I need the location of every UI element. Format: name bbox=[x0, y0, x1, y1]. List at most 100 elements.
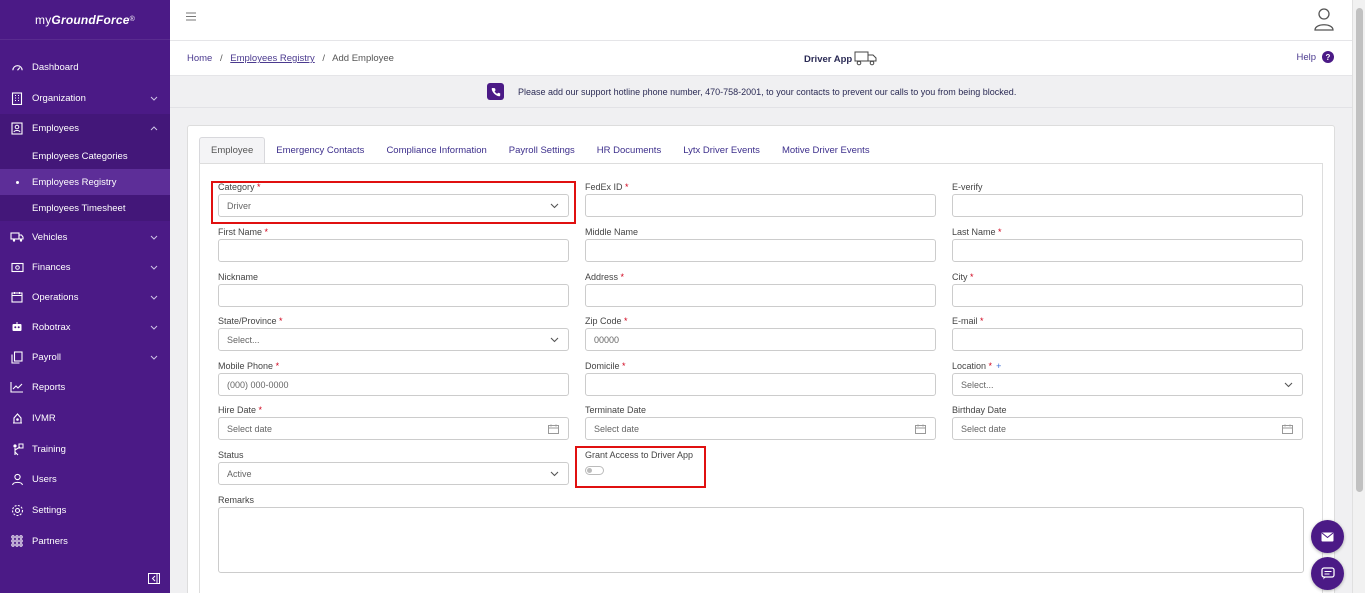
truck-icon bbox=[10, 230, 24, 244]
domicile-input[interactable] bbox=[585, 373, 936, 396]
state-select[interactable]: Select... bbox=[218, 328, 569, 351]
first-name-field: First Name * bbox=[218, 227, 569, 262]
sidebar-item-training[interactable]: Training bbox=[0, 435, 170, 463]
tab-emergency-contacts[interactable]: Emergency Contacts bbox=[265, 137, 375, 163]
terminate-date-picker[interactable]: Select date bbox=[585, 417, 936, 440]
birthday-date-picker[interactable]: Select date bbox=[952, 417, 1303, 440]
zip-code-input[interactable]: 00000 bbox=[585, 328, 936, 351]
email-input[interactable] bbox=[952, 328, 1303, 351]
tab-compliance-information[interactable]: Compliance Information bbox=[375, 137, 497, 163]
sidebar-item-employees[interactable]: Employees bbox=[0, 114, 170, 142]
required-mark: * bbox=[998, 227, 1002, 237]
status-field: Status Active bbox=[218, 450, 569, 485]
breadcrumb-separator: / bbox=[219, 53, 223, 64]
sidebar-item-label: Robotrax bbox=[32, 321, 71, 333]
mobile-phone-input[interactable]: (000) 000-0000 bbox=[218, 373, 569, 396]
tab-hr-documents[interactable]: HR Documents bbox=[586, 137, 672, 163]
message-fab-button[interactable] bbox=[1311, 520, 1344, 553]
first-name-input[interactable] bbox=[218, 239, 569, 262]
sidebar-item-settings[interactable]: Settings bbox=[0, 496, 170, 524]
collapse-sidebar-icon[interactable] bbox=[148, 573, 160, 587]
required-mark: * bbox=[970, 272, 974, 282]
sidebar-item-payroll[interactable]: Payroll bbox=[0, 343, 170, 371]
middle-name-field: Middle Name bbox=[585, 227, 936, 262]
chat-fab-button[interactable] bbox=[1311, 557, 1344, 590]
sidebar-item-label: Vehicles bbox=[32, 231, 68, 243]
address-input[interactable] bbox=[585, 284, 936, 307]
terminate-date-placeholder: Select date bbox=[594, 423, 640, 434]
fedex-id-input[interactable] bbox=[585, 194, 936, 217]
hire-date-picker[interactable]: Select date bbox=[218, 417, 569, 440]
hire-date-field: Hire Date * Select date bbox=[218, 405, 569, 440]
sidebar-item-ivmr[interactable]: IVMR bbox=[0, 404, 170, 432]
sidebar-item-organization[interactable]: Organization bbox=[0, 84, 170, 112]
driver-app-label: Driver App bbox=[804, 54, 853, 65]
location-placeholder: Select... bbox=[961, 379, 994, 390]
category-label: Category bbox=[218, 182, 255, 192]
sidebar-item-reports[interactable]: Reports bbox=[0, 373, 170, 401]
location-select[interactable]: Select... bbox=[952, 373, 1303, 396]
breadcrumb: Home / Employees Registry / Add Employee bbox=[187, 53, 394, 64]
chevron-down-icon bbox=[150, 292, 158, 303]
state-placeholder: Select... bbox=[227, 334, 260, 345]
category-select[interactable]: Driver bbox=[218, 194, 569, 217]
required-mark: * bbox=[988, 361, 993, 371]
add-location-button[interactable]: + bbox=[996, 361, 1001, 371]
sidebar-item-users[interactable]: Users bbox=[0, 465, 170, 493]
scrollbar-thumb[interactable] bbox=[1356, 8, 1363, 492]
id-card-icon bbox=[10, 121, 24, 135]
chevron-down-icon bbox=[150, 93, 158, 104]
required-mark: * bbox=[264, 227, 269, 237]
sidebar-item-vehicles[interactable]: Vehicles bbox=[0, 223, 170, 251]
city-input[interactable] bbox=[952, 284, 1303, 307]
breadcrumb-home[interactable]: Home bbox=[187, 53, 212, 64]
toggle-knob bbox=[587, 468, 592, 473]
help-link[interactable]: Help ? bbox=[1296, 51, 1334, 63]
sidebar-item-label: Training bbox=[32, 443, 66, 455]
brand-mark: ® bbox=[129, 16, 135, 23]
chevron-down-icon bbox=[150, 262, 158, 273]
hire-date-label: Hire Date bbox=[218, 405, 257, 415]
gear-icon bbox=[10, 503, 24, 517]
tab-motive-driver-events[interactable]: Motive Driver Events bbox=[771, 137, 881, 163]
tab-lytx-driver-events[interactable]: Lytx Driver Events bbox=[672, 137, 771, 163]
remarks-textarea[interactable] bbox=[218, 507, 1304, 573]
tab-payroll-settings[interactable]: Payroll Settings bbox=[498, 137, 586, 163]
e-verify-input[interactable] bbox=[952, 194, 1303, 217]
sidebar-item-finances[interactable]: Finances bbox=[0, 253, 170, 281]
sidebar-item-partners[interactable]: Partners bbox=[0, 527, 170, 555]
calendar-icon bbox=[10, 290, 24, 304]
sidebar-subitem-employees-categories[interactable]: Employees Categories bbox=[0, 143, 170, 169]
nickname-input[interactable] bbox=[218, 284, 569, 307]
sidebar-item-dashboard[interactable]: Dashboard bbox=[0, 53, 170, 81]
chevron-down-icon bbox=[150, 322, 158, 333]
location-field: Location * + Select... bbox=[952, 361, 1303, 396]
sidebar: my GroundForce ® Dashboard Organization Em… bbox=[0, 0, 170, 593]
grant-access-toggle[interactable] bbox=[585, 466, 604, 475]
page-scrollbar[interactable] bbox=[1352, 0, 1365, 593]
sidebar-item-operations[interactable]: Operations bbox=[0, 283, 170, 311]
sidebar-subitem-employees-registry[interactable]: Employees Registry bbox=[0, 169, 170, 195]
sidebar-subitem-employees-timesheet[interactable]: Employees Timesheet bbox=[0, 195, 170, 221]
sidebar-subitem-label: Employees Categories bbox=[32, 150, 128, 162]
driver-app-link[interactable]: Driver App bbox=[804, 50, 878, 69]
first-name-label: First Name bbox=[218, 227, 263, 237]
brand-part2: GroundForce bbox=[51, 12, 130, 27]
user-avatar-icon[interactable] bbox=[1314, 7, 1334, 34]
brand-logo[interactable]: my GroundForce ® bbox=[0, 0, 170, 40]
middle-name-input[interactable] bbox=[585, 239, 936, 262]
status-select[interactable]: Active bbox=[218, 462, 569, 485]
breadcrumb-employees-registry[interactable]: Employees Registry bbox=[230, 53, 314, 64]
tab-employee[interactable]: Employee bbox=[199, 137, 266, 163]
help-label: Help bbox=[1296, 51, 1316, 63]
sidebar-item-robotrax[interactable]: Robotrax bbox=[0, 313, 170, 341]
last-name-input[interactable] bbox=[952, 239, 1303, 262]
active-dot-icon bbox=[16, 181, 19, 184]
email-field: E-mail * bbox=[952, 316, 1303, 351]
breadcrumb-separator: / bbox=[322, 53, 326, 64]
grant-access-label: Grant Access to Driver App bbox=[585, 450, 694, 460]
sidebar-subitem-label: Employees Timesheet bbox=[32, 202, 126, 214]
sidebar-item-label: Partners bbox=[32, 535, 68, 547]
ivmr-icon bbox=[10, 411, 24, 425]
hamburger-menu-icon[interactable] bbox=[186, 12, 196, 24]
